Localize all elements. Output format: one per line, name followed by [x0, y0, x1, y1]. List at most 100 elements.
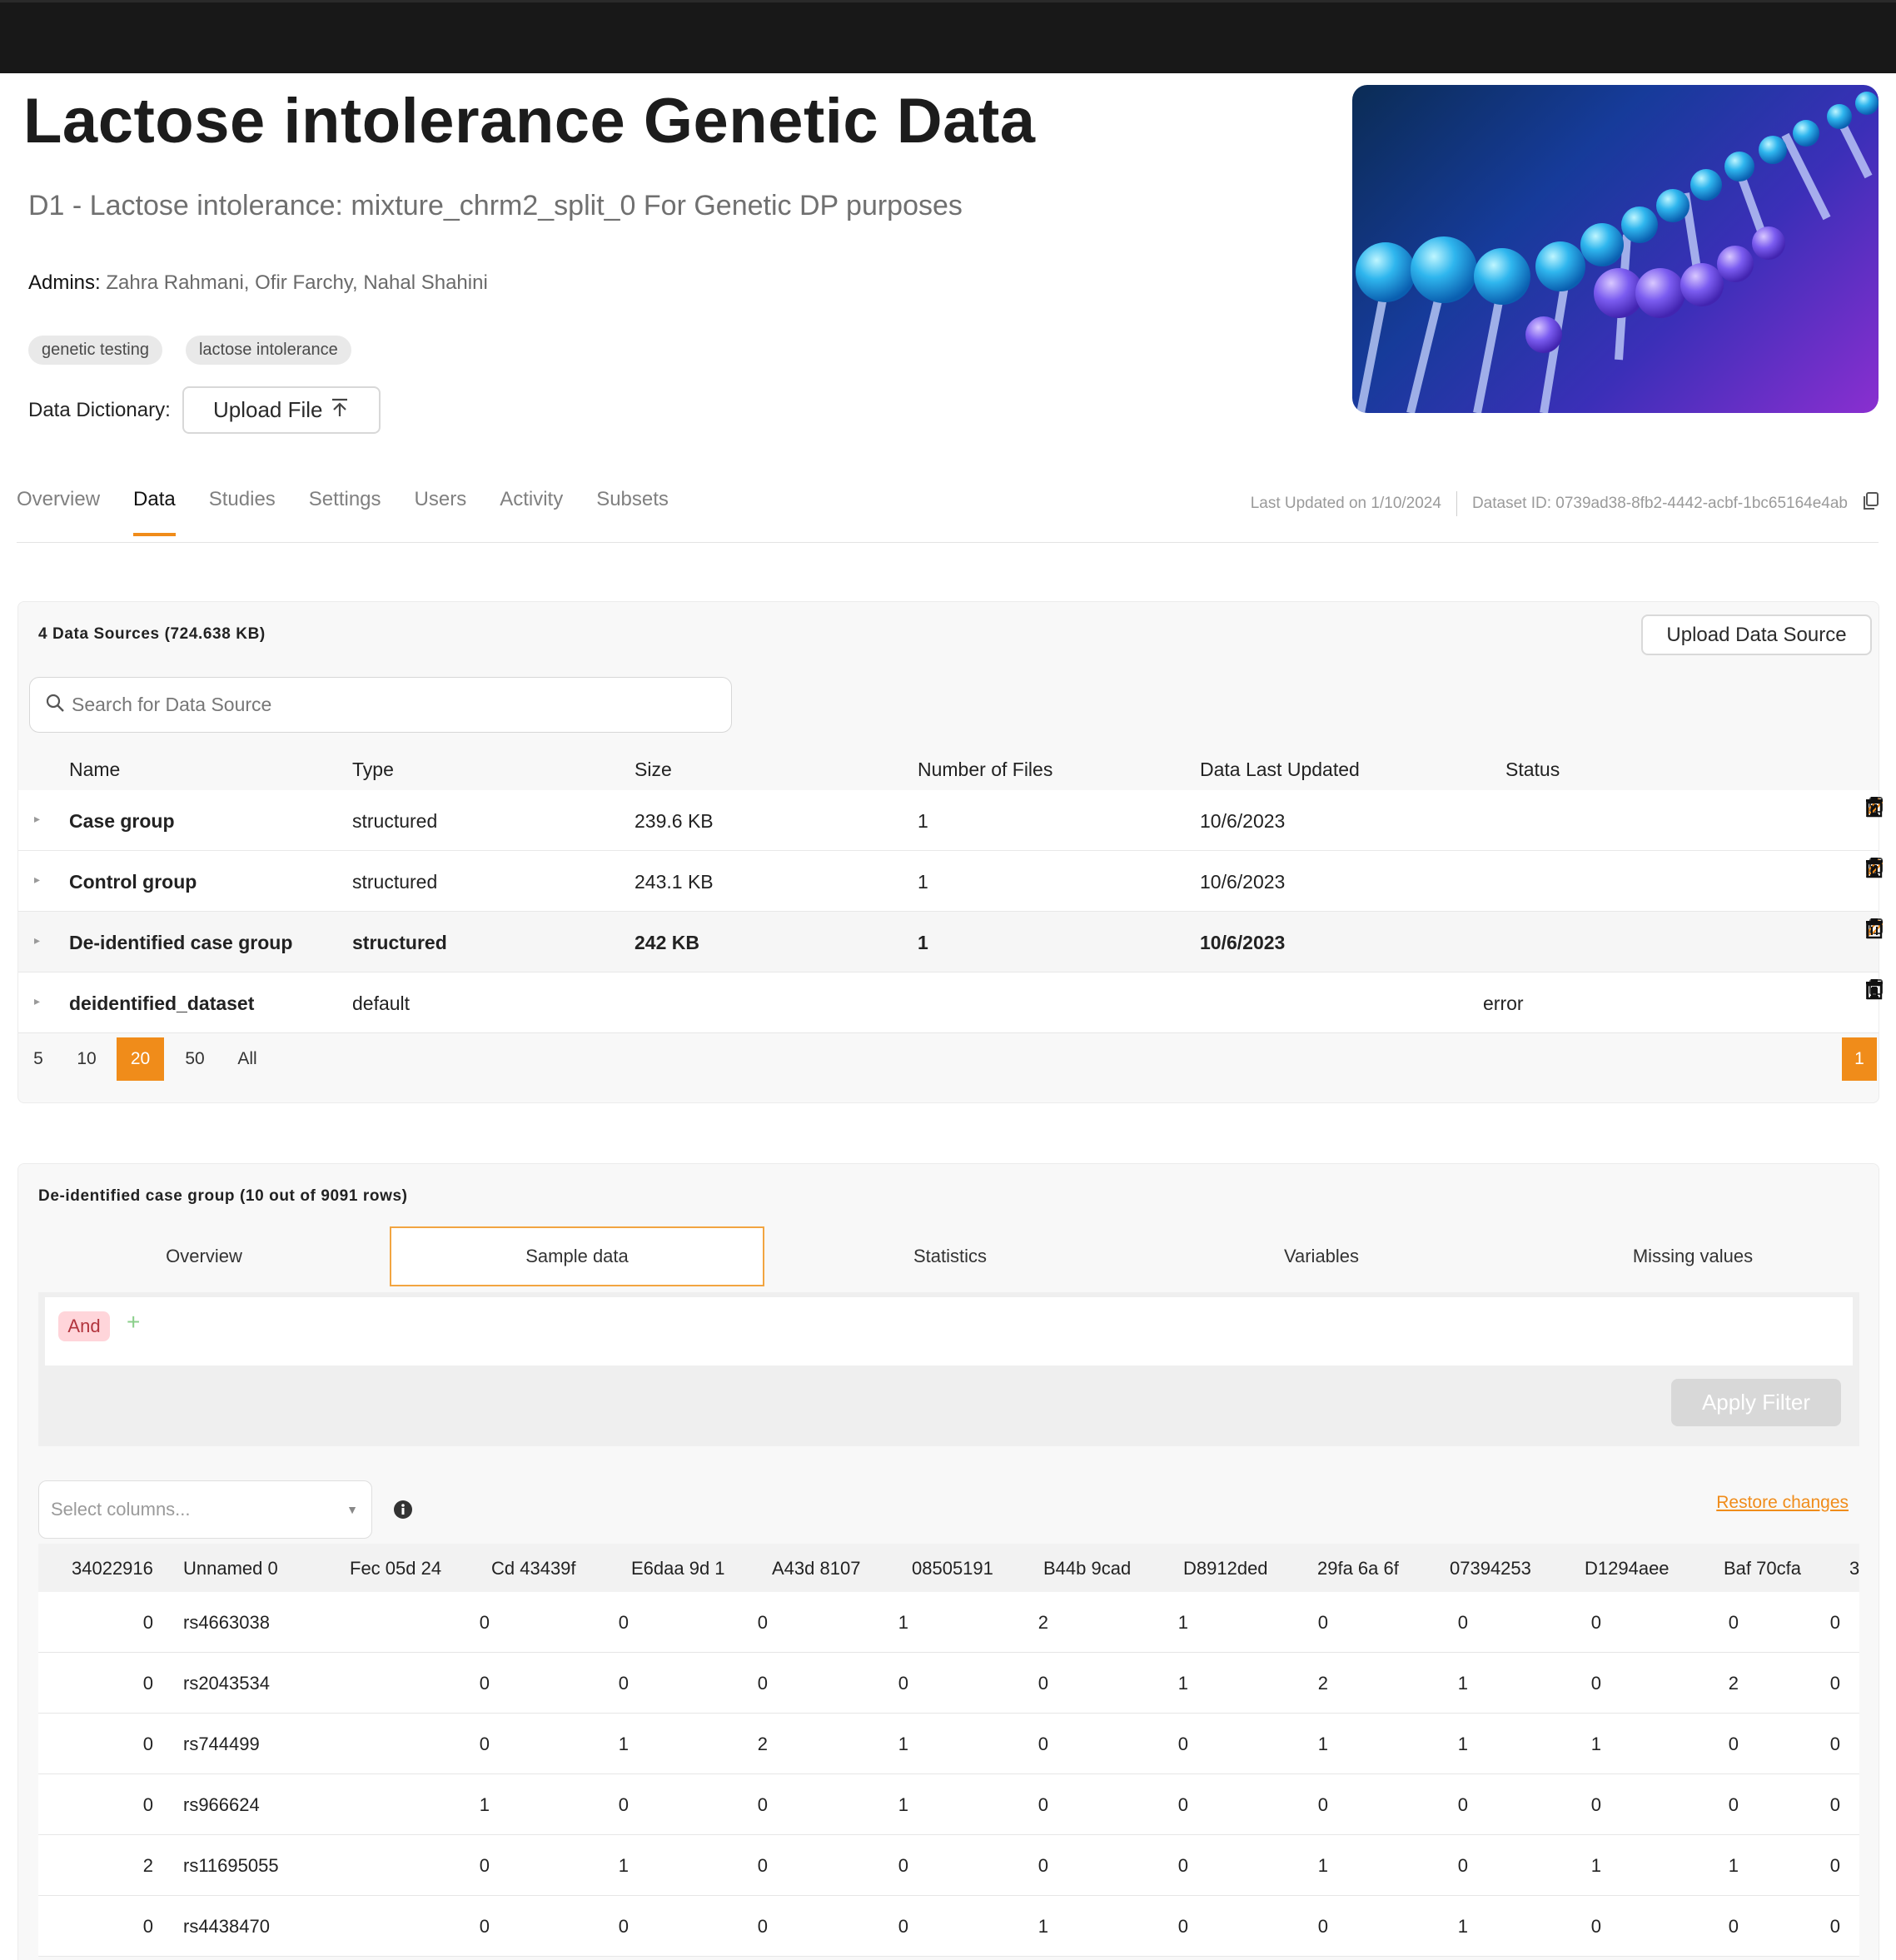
col-size[interactable]: Size	[634, 759, 672, 781]
last-updated: Last Updated on 1/10/2024	[1250, 495, 1441, 512]
top-bar	[0, 0, 1896, 73]
tab-data[interactable]: Data	[133, 488, 176, 536]
col-status[interactable]: Status	[1505, 759, 1560, 781]
page-size-all[interactable]: All	[231, 1037, 264, 1081]
table-cell: 0	[1317, 1612, 1328, 1633]
tab-overview[interactable]: Overview	[17, 488, 100, 536]
table-cell: 0	[898, 1855, 908, 1876]
data-source-name[interactable]: deidentified_dataset	[69, 992, 254, 1015]
table-cell: 0	[1829, 1916, 1840, 1937]
expand-caret-icon[interactable]: ▸	[34, 812, 40, 826]
pagination: 5 10 20 50 All 1	[18, 1035, 1879, 1083]
col-header[interactable]: 34022916	[72, 1558, 153, 1579]
data-source-name[interactable]: Control group	[69, 871, 197, 893]
table-cell: 0	[1590, 1673, 1601, 1694]
expand-caret-icon[interactable]: ▸	[34, 933, 40, 948]
page-size-50[interactable]: 50	[178, 1037, 211, 1081]
tab-studies[interactable]: Studies	[209, 488, 276, 536]
expand-caret-icon[interactable]: ▸	[34, 873, 40, 887]
tab-activity[interactable]: Activity	[500, 488, 563, 536]
col-header[interactable]: Fec 05d 24	[350, 1558, 441, 1579]
table-cell: 1	[1317, 1855, 1328, 1876]
data-source-row[interactable]: ▸ Control group structured 243.1 KB 1 10…	[18, 851, 1884, 912]
table-cell: 0	[1829, 1794, 1840, 1815]
col-header[interactable]: Unnamed 0	[183, 1558, 278, 1579]
delete-icon[interactable]	[1864, 977, 1885, 1002]
page-size-5[interactable]: 5	[22, 1037, 55, 1081]
col-header[interactable]: B44b 9cad	[1043, 1558, 1131, 1579]
table-cell: 0	[479, 1673, 490, 1694]
search-placeholder: Search for Data Source	[72, 694, 272, 715]
data-source-row[interactable]: ▸ deidentified_dataset default error	[18, 973, 1883, 1033]
upload-data-source-button[interactable]: Upload Data Source	[1641, 614, 1872, 655]
col-header[interactable]: Cd 43439f	[491, 1558, 576, 1579]
table-cell: 0	[898, 1916, 908, 1937]
col-header[interactable]: 29fa 6a 6f	[1317, 1558, 1399, 1579]
restore-changes-link[interactable]: Restore changes	[1716, 1493, 1849, 1513]
table-cell: 0	[142, 1612, 153, 1633]
tab-subsets[interactable]: Subsets	[596, 488, 669, 536]
table-cell: 0	[618, 1673, 629, 1694]
table-cell: 0	[757, 1612, 768, 1633]
table-cell: 0	[1177, 1916, 1188, 1937]
table-cell: 1	[1038, 1916, 1048, 1937]
table-cell: rs4663038	[183, 1612, 270, 1633]
tab-settings[interactable]: Settings	[309, 488, 381, 536]
data-source-size: 242 KB	[634, 932, 699, 953]
search-data-source-input[interactable]: Search for Data Source	[29, 677, 732, 733]
col-header[interactable]: A43d 8107	[772, 1558, 860, 1579]
data-source-files: 1	[918, 932, 928, 953]
expand-caret-icon[interactable]: ▸	[34, 994, 40, 1008]
table-cell: 2	[757, 1734, 768, 1754]
filter-builder: And + Apply Filter	[38, 1292, 1859, 1446]
col-header[interactable]: D1294aee	[1585, 1558, 1670, 1579]
table-cell: 0	[142, 1734, 153, 1754]
apply-filter-button[interactable]: Apply Filter	[1671, 1379, 1841, 1426]
col-header[interactable]: Baf 70cfa	[1724, 1558, 1801, 1579]
preview-title: De-identified case group (10 out of 9091…	[38, 1187, 408, 1205]
tag-lactose-intolerance[interactable]: lactose intolerance	[185, 336, 351, 365]
data-source-name[interactable]: De-identified case group	[69, 932, 292, 954]
col-files[interactable]: Number of Files	[918, 759, 1053, 781]
col-type[interactable]: Type	[352, 759, 394, 781]
delete-icon[interactable]	[1864, 916, 1885, 941]
table-cell: 1	[898, 1794, 908, 1815]
table-cell: rs744499	[183, 1734, 260, 1754]
chevron-down-icon: ▼	[346, 1503, 358, 1516]
copy-id-icon[interactable]	[1863, 492, 1879, 515]
col-header[interactable]: D8912ded	[1183, 1558, 1268, 1579]
col-header[interactable]: E6daa 9d 1	[631, 1558, 725, 1579]
page-subtitle: D1 - Lactose intolerance: mixture_chrm2_…	[28, 190, 963, 221]
table-cell: 1	[1590, 1734, 1601, 1754]
page-1-button[interactable]: 1	[1842, 1037, 1877, 1081]
col-header[interactable]: 08505191	[912, 1558, 993, 1579]
preview-tab-sample-data[interactable]: Sample data	[390, 1226, 764, 1286]
col-header[interactable]: 3	[1849, 1558, 1859, 1579]
col-header[interactable]: 07394253	[1450, 1558, 1531, 1579]
col-updated[interactable]: Data Last Updated	[1200, 759, 1360, 781]
preview-tab-missing-values[interactable]: Missing values	[1507, 1226, 1879, 1286]
info-circle-icon[interactable]	[393, 1500, 413, 1524]
delete-icon[interactable]	[1864, 855, 1885, 880]
data-source-name[interactable]: Case group	[69, 810, 175, 833]
data-source-row-selected[interactable]: ▸ De-identified case group structured 24…	[18, 912, 1884, 973]
preview-tab-variables[interactable]: Variables	[1136, 1226, 1507, 1286]
add-filter-icon[interactable]: +	[127, 1309, 140, 1336]
preview-tab-statistics[interactable]: Statistics	[764, 1226, 1136, 1286]
table-cell: 1	[898, 1612, 908, 1633]
tab-users[interactable]: Users	[415, 488, 467, 536]
delete-icon[interactable]	[1864, 794, 1885, 819]
preview-tab-overview[interactable]: Overview	[18, 1226, 390, 1286]
page-size-20[interactable]: 20	[117, 1037, 164, 1081]
and-operator-chip[interactable]: And	[58, 1311, 110, 1341]
dataset-tabs: Overview Data Studies Settings Users Act…	[17, 488, 669, 536]
col-name[interactable]: Name	[69, 759, 120, 781]
tag-genetic-testing[interactable]: genetic testing	[28, 336, 162, 365]
table-cell: 0	[142, 1673, 153, 1694]
upload-file-button[interactable]: Upload File	[182, 386, 381, 434]
data-source-row[interactable]: ▸ Case group structured 239.6 KB 1 10/6/…	[18, 790, 1884, 851]
data-preview-panel: De-identified case group (10 out of 9091…	[17, 1163, 1879, 1960]
page-size-10[interactable]: 10	[70, 1037, 103, 1081]
data-dictionary: Data Dictionary: Upload File	[28, 386, 381, 434]
select-columns-dropdown[interactable]: Select columns... ▼	[38, 1480, 372, 1539]
